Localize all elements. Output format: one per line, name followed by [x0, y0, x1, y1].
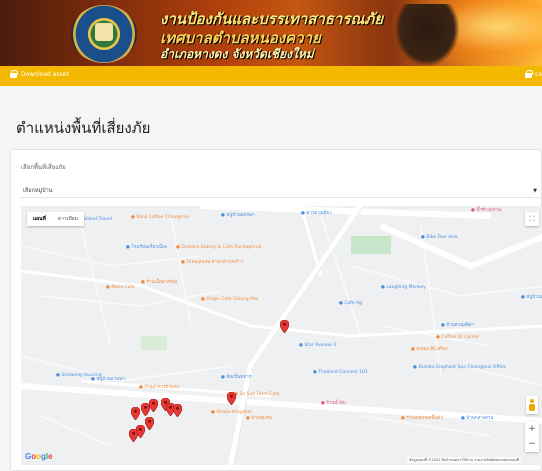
lock-icon — [10, 70, 18, 78]
caret-down-icon: ▼ — [533, 188, 537, 194]
map-place-label[interactable]: ● หมู่บ้านพฤกษา — [221, 213, 255, 219]
risk-marker-pin[interactable]: จุดเสี่ยงภัย 3 — [131, 407, 140, 420]
park-area — [141, 336, 167, 350]
map-place-label[interactable]: ● ร้านเนื้อย่างร้อน — [141, 280, 178, 286]
map-place-label[interactable]: ● ดาวดวงเดียว — [301, 211, 332, 217]
map-place-label[interactable]: ● Laughing Monkey — [381, 285, 426, 291]
zoom-out-button[interactable]: − — [525, 437, 539, 452]
village-select[interactable]: เลือกหมู่บ้าน ▼ — [19, 184, 542, 198]
map-place-name: Laughing Monkey — [386, 285, 426, 290]
municipality-emblem — [71, 5, 137, 63]
map-place-name: บ้านชุมชน — [251, 416, 272, 421]
map-place-name: Cafe Ag — [344, 301, 362, 306]
map-place-label[interactable]: ● Bo Sub Farm Cafe — [234, 392, 280, 398]
map-place-label[interactable]: ● โกลบเลมอน สาขาท่าวังพร้าว — [181, 260, 244, 266]
map-place-name: Star Avenue 3 — [304, 343, 337, 348]
risk-marker-pin[interactable]: จุดเสี่ยงภัย 2 — [227, 392, 236, 405]
map-place-label[interactable]: ● ดอนมะลิCoffee — [411, 347, 448, 353]
zoom-control: + − — [525, 422, 539, 452]
zoom-in-button[interactable]: + — [525, 422, 539, 437]
header-banner: งานป้องกันและบรรเทาสาธารณภัย เทศบาลตำบลห… — [0, 0, 542, 66]
map-type-satellite-button[interactable]: ดาวเทียม — [52, 212, 84, 226]
lock-icon — [525, 70, 534, 78]
map-place-label[interactable]: ● Cafe Ag — [339, 301, 362, 307]
pegman-icon[interactable] — [526, 396, 538, 414]
map-place-label[interactable]: ● ห้องปั้นทหาร — [221, 375, 252, 381]
map-place-label[interactable]: ● ร้านน้ำส้ม — [321, 401, 346, 407]
risk-marker-pin[interactable]: จุดเสี่ยงภัย 10 — [145, 417, 154, 430]
risk-marker-pin[interactable]: จุดเสี่ยงภัย 11 — [129, 429, 138, 442]
map-place-name: Thailand Connect 101 — [318, 370, 368, 375]
map-place-name: Shabu-Kingdom — [216, 410, 253, 415]
village-select-value: เลือกหมู่บ้าน — [23, 188, 53, 194]
google-logo: Google — [25, 452, 53, 461]
risk-marker-pin[interactable]: จุดเสี่ยงภัย 8 — [173, 404, 182, 417]
map-place-name: โรงเรียนเกี่ยวเนื่อง — [131, 245, 167, 250]
map-card: เลือกพื้นที่เสี่ยงภัย เลือกหมู่บ้าน ▼ ● … — [10, 149, 542, 471]
risk-marker-pin[interactable]: จุดเสี่ยงภัย 5 — [149, 399, 158, 412]
map-place-label[interactable]: ● หมู่บ้านลานนา — [91, 377, 125, 383]
map-place-label[interactable]: ● Kanji Coffee Chiangmai — [131, 215, 189, 221]
map-type-map-button[interactable]: แผนที่ — [27, 212, 52, 226]
firefighter-image — [395, 4, 459, 66]
map-place-name: ร้านน้ำส้ม — [326, 401, 346, 406]
map-place-name: ดาวดวงเดียว — [306, 211, 332, 216]
map-place-label[interactable]: ● Coffee Dr Center — [436, 335, 480, 341]
map-place-label[interactable]: ● Star Avenue 3 — [299, 343, 337, 349]
login-link[interactable]: Lo — [525, 70, 542, 78]
map-place-label[interactable]: ● ร้านอาหารป้าแดง — [139, 385, 179, 391]
map-place-name: Coffee Dr Center — [441, 335, 480, 340]
map-place-name: บ้านสวนลลิตา — [446, 323, 475, 328]
google-map[interactable]: ● Kanji Coffee Chiangmai ● หมู่บ้านพฤกษา ●… — [21, 206, 542, 465]
map-place-label[interactable]: ● Bike Tour Asia — [421, 235, 458, 241]
map-place-label[interactable]: ● บ้านชุมชน — [246, 416, 272, 422]
map-place-name: ดอนมะลิCoffee — [416, 347, 448, 352]
map-place-name: ร้านหอยทอดขึ้นตัว — [406, 416, 443, 421]
map-place-label[interactable]: ● Nano Cafe — [106, 285, 135, 291]
page: งานป้องกันและบรรเทาสาธารณภัย เทศบาลตำบลห… — [0, 0, 542, 471]
filter-label: เลือกพื้นที่เสี่ยงภัย — [21, 164, 66, 171]
map-place-label[interactable]: ● ร้านหอยทอดขึ้นตัว — [401, 416, 443, 422]
map-place-name: บิ๊กซีวงแหวน — [476, 208, 502, 213]
map-place-name: Nano Cafe — [111, 285, 135, 290]
map-place-label[interactable]: ● บ้านสวนลลิตา — [441, 323, 475, 329]
page-title: ตำแหน่งพื้นที่เสี่ยงภัย — [16, 119, 151, 137]
download-asset-label: Download asset — [21, 70, 69, 78]
login-label: Lo — [535, 70, 542, 78]
map-place-label[interactable]: ● Origin Cafe Chiang Mai — [201, 297, 259, 303]
map-place-label[interactable]: ● หมู่บ้านเวียงพิงค์ 12 — [521, 295, 542, 301]
map-place-name: หมู่บ้านเวียงพิงค์ 12 — [526, 295, 542, 300]
risk-marker-pin[interactable]: จุดเสี่ยงภัย 1 — [280, 320, 289, 333]
map-place-name: หมู่บ้านลานนา — [96, 377, 125, 382]
map-place-name: หมู่บ้านพฤกษา — [226, 213, 255, 218]
map-attribution[interactable]: ข้อมูลแผนที่ ©2022 ข้อกำหนดการใช้งาน ราย… — [406, 457, 521, 463]
map-place-name: บ้านกลางสวน — [466, 416, 494, 421]
map-place-name: ห้องปั้นทหาร — [226, 375, 252, 380]
map-place-name: ร้านอาหารป้าแดง — [144, 385, 179, 390]
map-place-name: Bike Tour Asia — [426, 235, 458, 240]
map-place-name: Dumbo Elephant Spa Chiangmai Office — [418, 365, 507, 370]
fullscreen-icon[interactable]: ⛶ — [525, 212, 539, 226]
map-place-name: โกลบเลมอน สาขาท่าวังพร้าว — [186, 260, 244, 265]
park-area — [351, 236, 391, 254]
map-place-label[interactable]: ● บ้านกลางสวน — [461, 416, 494, 422]
map-place-name: Origin Cafe Chiang Mai — [206, 297, 259, 302]
map-type-control: แผนที่ ดาวเทียม — [27, 212, 84, 226]
map-place-name: Kanji Coffee Chiangmai — [136, 215, 189, 220]
map-place-name: Dolsava Bakery & Cafe Ruchaphruk — [181, 245, 262, 250]
map-place-label[interactable]: ● บิ๊กซีวงแหวน — [471, 208, 502, 214]
top-navbar: Download asset Lo — [0, 66, 542, 86]
map-place-label[interactable]: ● Thailand Connect 101 — [313, 370, 368, 376]
banner-title-line3: อำเภอหางดง จังหวัดเชียงใหม่ — [160, 47, 314, 61]
map-place-name: Bo Sub Farm Cafe — [239, 392, 280, 397]
map-place-name: ร้านเนื้อย่างร้อน — [146, 280, 178, 285]
map-place-label[interactable]: ● โรงเรียนเกี่ยวเนื่อง — [126, 245, 167, 251]
map-place-label[interactable]: ● Dumbo Elephant Spa Chiangmai Office — [413, 365, 507, 371]
download-asset-link[interactable]: Download asset — [10, 70, 69, 78]
map-place-label[interactable]: ● Shabu-Kingdom — [211, 410, 253, 416]
map-place-label[interactable]: ● Dolsava Bakery & Cafe Ruchaphruk — [176, 245, 262, 251]
